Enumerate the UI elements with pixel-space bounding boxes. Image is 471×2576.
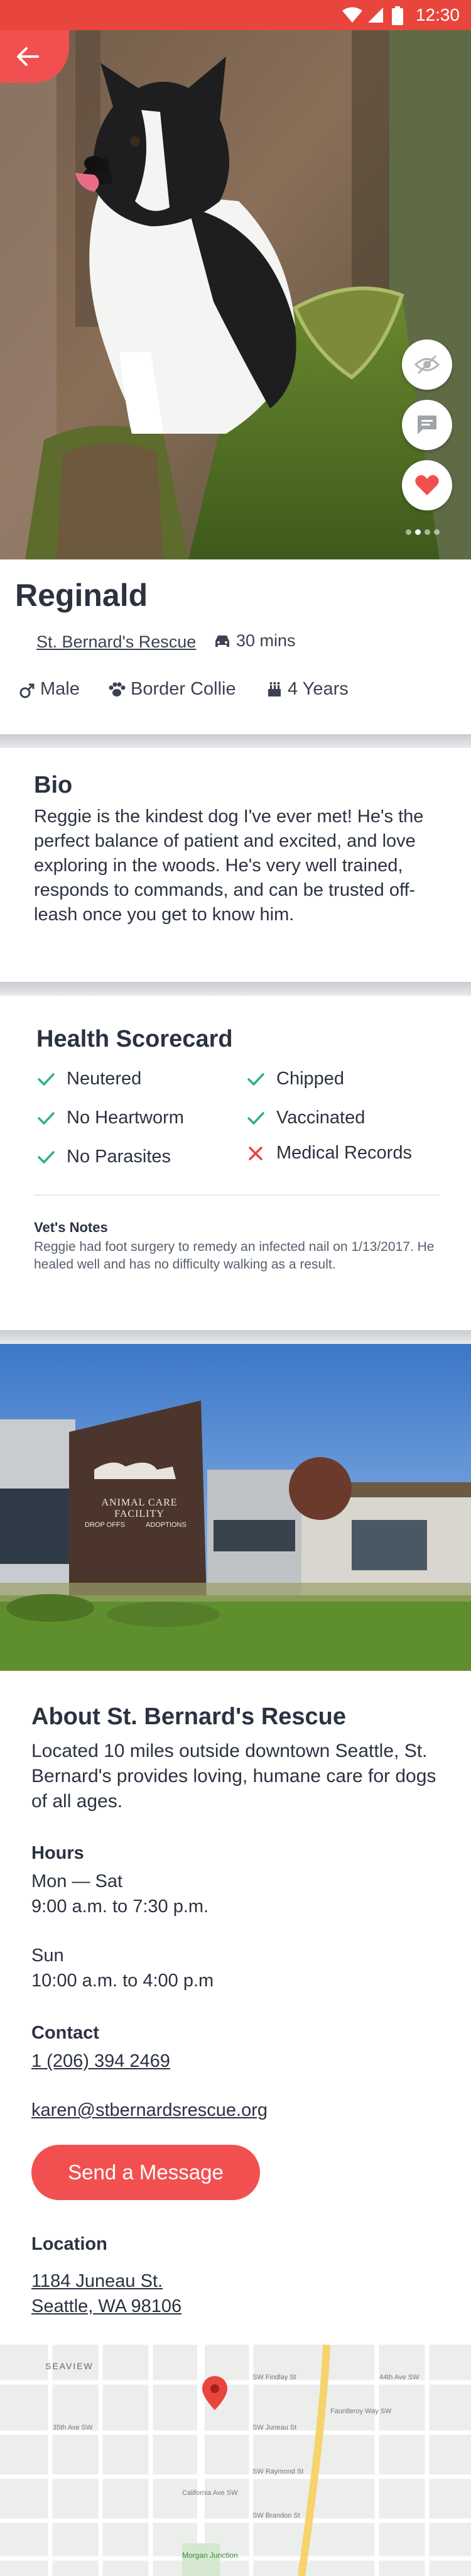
status-bar: 12:30 — [0, 0, 471, 30]
message-button[interactable] — [402, 400, 452, 450]
map-street-label: SW Juneau St — [252, 2424, 297, 2431]
status-time: 12:30 — [415, 5, 460, 25]
app-screen: 12:30 Reginald St. Bernard's Rescue 30 m… — [0, 0, 471, 2576]
location-title: Location — [31, 2234, 107, 2254]
facility-photo: ANIMAL CARE FACILITY DROP OFFS ADOPTIONS — [0, 1344, 471, 1671]
facility-illustration — [0, 1344, 471, 1671]
health-item-label: Medical Records — [276, 1143, 412, 1163]
health-item-label: No Heartworm — [67, 1108, 184, 1128]
battery-icon — [392, 6, 403, 25]
section-divider — [0, 1330, 471, 1344]
hours-sunday-day: Sun — [31, 1946, 64, 1966]
arrow-left-icon — [17, 47, 39, 66]
checkmark-icon — [247, 1073, 264, 1086]
hours-weekday-days: Mon — Sat — [31, 1871, 123, 1891]
vets-notes-title: Vet's Notes — [34, 1219, 108, 1235]
cake-icon — [268, 682, 281, 696]
map-street-label: 35th Ave SW — [53, 2424, 93, 2431]
about-title: About St. Bernard's Rescue — [31, 1704, 347, 1730]
dog-photo-illustration — [0, 0, 471, 559]
favorite-button[interactable] — [402, 460, 452, 510]
heart-icon — [415, 475, 439, 495]
eye-off-icon — [414, 355, 440, 375]
hide-button[interactable] — [402, 339, 452, 390]
pager-dot-active[interactable] — [415, 529, 421, 535]
address-line2[interactable]: Seattle, WA 98106 — [31, 2294, 181, 2319]
car-icon — [215, 636, 229, 647]
male-icon — [19, 683, 35, 698]
gender-text: Male — [40, 679, 80, 699]
send-message-button[interactable]: Send a Message — [31, 2145, 260, 2200]
health-item-label: Vaccinated — [276, 1108, 365, 1128]
checkmark-icon — [38, 1073, 55, 1086]
hours-title: Hours — [31, 1843, 84, 1863]
vets-notes-text: Reggie had foot surgery to remedy an inf… — [34, 1240, 435, 1272]
facility-sign-title: ANIMAL CARE FACILITY — [101, 1497, 178, 1519]
dog-photo[interactable] — [0, 0, 471, 559]
checkmark-icon — [38, 1112, 55, 1125]
map-street-label: California Ave SW — [182, 2489, 238, 2497]
pet-name: Reginald — [15, 578, 148, 613]
map-neighborhood-label: SEAVIEW — [45, 2361, 94, 2371]
health-item-label: Chipped — [276, 1069, 345, 1089]
map-street-label: Fauntleroy Way SW — [330, 2408, 392, 2415]
health-title: Health Scorecard — [36, 1026, 233, 1052]
breed-text: Border Collie — [131, 679, 236, 699]
bio-title: Bio — [34, 772, 73, 798]
bio-text: Reggie is the kindest dog I've ever met!… — [34, 806, 424, 925]
section-divider — [0, 734, 471, 748]
wifi-icon — [342, 7, 362, 23]
shelter-link[interactable]: St. Bernard's Rescue — [36, 632, 196, 652]
phone-link[interactable]: 1 (206) 394 2469 — [31, 2049, 170, 2074]
hours-weekday-time: 9:00 a.m. to 7:30 p.m. — [31, 1896, 209, 1917]
paw-icon — [109, 682, 126, 696]
facility-sign-adoptions: ADOPTIONS — [146, 1521, 187, 1529]
facility-sign-dropoffs: DROP OFFS — [85, 1521, 125, 1529]
map-street-label: SW Brandon St — [252, 2512, 300, 2519]
location-map[interactable]: SEAVIEW SW Findlay St SW Juneau St SW Ra… — [0, 2345, 471, 2576]
section-divider — [0, 982, 471, 996]
pager-dot[interactable] — [434, 529, 440, 535]
address-line1[interactable]: 1184 Juneau St. — [31, 2269, 163, 2294]
cellular-signal-icon — [368, 8, 383, 23]
photo-pager[interactable] — [406, 527, 443, 538]
health-item-label: No Parasites — [67, 1147, 171, 1167]
cross-icon — [249, 1147, 263, 1160]
map-street-label: 44th Ave SW — [379, 2374, 420, 2381]
distance-text: 30 mins — [236, 631, 296, 650]
contact-title: Contact — [31, 2023, 99, 2043]
email-link[interactable]: karen@stbernardsrescue.org — [31, 2098, 268, 2123]
checkmark-icon — [38, 1151, 55, 1164]
pager-dot[interactable] — [406, 529, 411, 535]
chat-icon — [418, 416, 436, 434]
health-item-label: Neutered — [67, 1069, 142, 1089]
map-station-label: Morgan Junction — [182, 2551, 238, 2560]
map-street-label: SW Findlay St — [252, 2374, 296, 2381]
age-text: 4 Years — [288, 679, 349, 699]
map-street-label: SW Raymond St — [252, 2468, 304, 2475]
divider — [34, 1194, 440, 1196]
hours-sunday-time: 10:00 a.m. to 4:00 p.m — [31, 1971, 214, 1991]
about-text: Located 10 miles outside downtown Seattl… — [31, 1741, 436, 1812]
checkmark-icon — [247, 1112, 264, 1125]
pager-dot[interactable] — [425, 529, 430, 535]
